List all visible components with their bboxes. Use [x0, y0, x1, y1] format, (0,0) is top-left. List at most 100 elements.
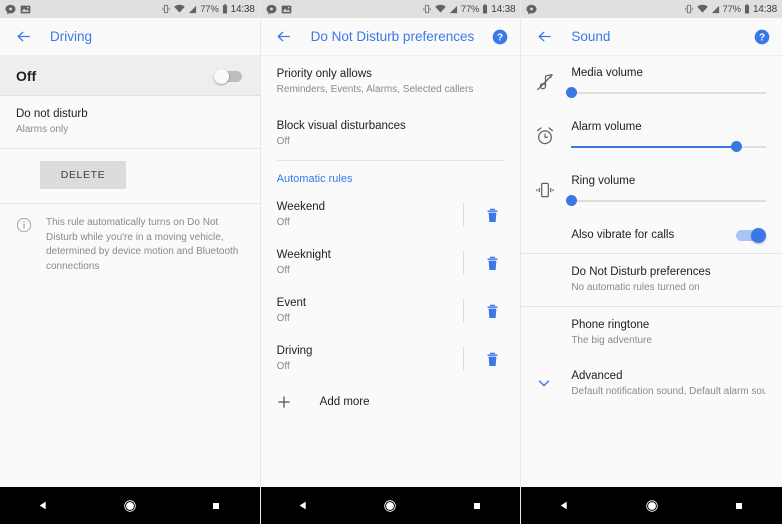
also-vibrate-for-calls-row[interactable]: Also vibrate for calls: [521, 218, 782, 253]
nav-bar-2: [260, 487, 521, 524]
status-system-3: 77% 14:38: [684, 4, 777, 15]
nav-back-button-1[interactable]: [28, 491, 58, 521]
signal-icon: [189, 5, 197, 13]
rule-weeknight-text: Weeknight Off: [277, 248, 464, 278]
content-dnd: Priority only allows Reminders, Events, …: [260, 56, 521, 524]
help-icon: ?: [754, 29, 770, 44]
alarm-volume-slider[interactable]: [571, 140, 766, 154]
slider-thumb[interactable]: [565, 195, 577, 206]
add-more-label: Add more: [319, 396, 370, 408]
rule-weekend-subtitle: Off: [276, 217, 290, 228]
delete-rule-driving-button[interactable]: [464, 352, 520, 367]
priority-only-allows-row[interactable]: Priority only allows Reminders, Events, …: [261, 56, 521, 108]
battery-percent: 77%: [200, 3, 219, 15]
nav-recents-button-1[interactable]: [201, 491, 231, 521]
block-visual-disturbances-row[interactable]: Block visual disturbances Off: [261, 108, 521, 160]
slider-thumb[interactable]: [731, 141, 743, 152]
battery-icon: [222, 4, 227, 14]
help-button-3[interactable]: ?: [754, 29, 770, 45]
phone-ringtone-subtitle: The big adventure: [571, 335, 652, 346]
do-not-disturb-subtitle: Alarms only: [16, 124, 69, 135]
back-button-3[interactable]: [533, 26, 555, 48]
appbar-dnd: Do Not Disturb preferences ?: [260, 18, 521, 56]
rule-driving-subtitle: Off: [276, 361, 290, 372]
status-clock: 14:38: [752, 3, 777, 15]
nav-recents-button-2[interactable]: [462, 491, 492, 521]
back-button-2[interactable]: [273, 26, 295, 48]
chevron-down-icon[interactable]: [535, 374, 553, 392]
nav-home-button-1[interactable]: [115, 491, 145, 521]
phone-ringtone-row[interactable]: Phone ringtone The big adventure: [521, 307, 782, 359]
dnd-preferences-row[interactable]: Do Not Disturb preferences No automatic …: [521, 254, 782, 306]
message-icon: [526, 4, 537, 15]
arrow-back-icon: [538, 31, 551, 42]
back-triangle-icon: [39, 501, 46, 510]
nav-back-button-3[interactable]: [550, 491, 580, 521]
battery-icon: [483, 4, 488, 14]
alarm-volume-row[interactable]: Alarm volume: [521, 110, 782, 164]
add-more-row[interactable]: Add more: [261, 383, 521, 421]
rule-driving-title: Driving: [276, 345, 313, 357]
rule-row-driving[interactable]: Driving Off: [261, 335, 521, 383]
wifi-icon: [696, 4, 708, 13]
vibrate-icon: [423, 4, 431, 14]
rule-weeknight-subtitle: Off: [276, 265, 290, 276]
advanced-row[interactable]: Advanced Default notification sound, Def…: [521, 359, 782, 409]
delete-rule-weeknight-button[interactable]: [464, 256, 520, 271]
rule-enable-row[interactable]: Off: [0, 56, 260, 96]
priority-only-allows-text: Priority only allows Reminders, Events, …: [277, 67, 505, 97]
delete-button[interactable]: DELETE: [40, 161, 126, 189]
ring-volume-label: Ring volume: [571, 175, 636, 187]
rule-event-title: Event: [276, 297, 307, 309]
svg-text:?: ?: [759, 32, 765, 43]
ring-volume-slider[interactable]: [565, 194, 766, 208]
vibrate-icon: [535, 180, 555, 200]
delete-rule-event-button[interactable]: [464, 304, 520, 319]
rule-driving-text: Driving Off: [277, 344, 464, 374]
slider-track: [571, 200, 766, 202]
status-notifications-1: [5, 4, 31, 15]
rule-weekend-text: Weekend Off: [277, 200, 464, 230]
battery-icon: [744, 4, 749, 14]
help-button-2[interactable]: ?: [492, 29, 508, 45]
slider-track: [571, 92, 766, 94]
nav-back-button-2[interactable]: [289, 491, 319, 521]
rule-weeknight-title: Weeknight: [276, 249, 331, 261]
trash-icon: [487, 256, 498, 270]
advanced-title: Advanced: [571, 370, 623, 382]
rule-enable-toggle[interactable]: [213, 69, 244, 84]
wifi-icon: [174, 4, 185, 13]
alarm-volume-body: Alarm volume: [571, 119, 766, 154]
nav-home-button-2[interactable]: [375, 491, 405, 521]
ring-volume-body: Ring volume: [565, 173, 766, 208]
panel-dnd-preferences: 77% 14:38 Do Not Disturb preferences ? P…: [260, 0, 522, 524]
media-volume-row[interactable]: Media volume: [521, 56, 782, 110]
rule-info-block: This rule automatically turns on Do Not …: [0, 204, 260, 274]
signal-icon: [711, 5, 719, 13]
media-volume-slider[interactable]: [565, 86, 766, 100]
nav-recents-button-3[interactable]: [724, 491, 754, 521]
phone-ringtone-text: Phone ringtone The big adventure: [571, 318, 766, 348]
delete-rule-weekend-button[interactable]: [464, 208, 520, 223]
rule-row-event[interactable]: Event Off: [261, 287, 521, 335]
plus-icon: [277, 395, 291, 409]
do-not-disturb-row[interactable]: Do not disturb Alarms only: [0, 96, 260, 148]
status-notifications-3: [526, 4, 537, 15]
rule-event-subtitle: Off: [276, 313, 290, 324]
arrow-back-icon: [277, 31, 290, 42]
rule-row-weeknight[interactable]: Weeknight Off: [261, 239, 521, 287]
also-vibrate-toggle[interactable]: [735, 228, 766, 243]
rule-row-weekend[interactable]: Weekend Off: [261, 191, 521, 239]
back-button-1[interactable]: [12, 26, 34, 48]
nav-home-button-3[interactable]: [637, 491, 667, 521]
ring-volume-row[interactable]: Ring volume: [521, 164, 782, 218]
rule-enable-label: Off: [16, 67, 37, 84]
vibrate-icon: [162, 4, 170, 14]
block-visual-disturbances-title: Block visual disturbances: [276, 120, 406, 132]
trash-icon: [487, 208, 498, 222]
help-icon: ?: [492, 29, 508, 44]
appbar-driving: Driving: [0, 18, 260, 56]
slider-fill: [571, 146, 737, 148]
slider-thumb[interactable]: [565, 87, 577, 98]
rule-info-text: This rule automatically turns on Do Not …: [46, 217, 239, 272]
